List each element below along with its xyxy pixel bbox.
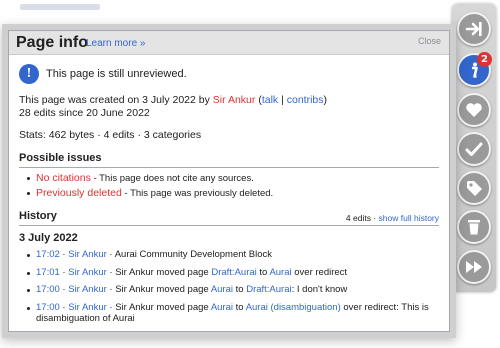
close-button[interactable]: Close [418,36,441,46]
entry-separator: · [59,301,69,313]
revision-time-link[interactable]: 17:02 [36,249,60,260]
fast-forward-icon [466,261,482,273]
exclamation-icon: ! [19,64,39,84]
curation-toolbar: 2 [452,4,496,292]
entry-summary: to [256,266,270,278]
history-edit-count: 4 edits [345,213,371,223]
page-link[interactable]: Draft:Aurai [211,267,256,278]
revision-time-link[interactable]: 17:01 [36,267,60,278]
dialog-header: Page info Learn more » Close [9,31,449,55]
trash-icon [468,220,480,235]
page-info-dialog: Page info Learn more » Close ! This page… [8,30,450,332]
entry-summary: over redirect [291,266,348,278]
possible-issues-heading: Possible issues [19,152,439,168]
page-link[interactable]: Aurai [211,284,233,295]
edit-count-text: 28 edits since 20 June 2022 [19,107,150,119]
heart-icon [466,103,482,117]
checkmark-icon [465,142,483,156]
learn-more-link[interactable]: Learn more » [86,38,145,49]
history-heading: History 4 edits · show full history [19,210,439,226]
mark-reviewed-button[interactable] [457,132,491,166]
entry-separator: · [59,266,69,278]
dialog-body: ! This page is still unreviewed. This pa… [9,55,449,325]
list-item: No citations - This page does not cite a… [19,172,439,185]
entry-summary: · Sir Ankur moved page [106,266,212,278]
history-entry: 17:01 · Sir Ankur · Sir Ankur moved page… [19,267,439,279]
page-stats: Stats: 462 bytes · 4 edits · 3 categorie… [19,129,202,141]
page-link[interactable]: Draft:Aurai [246,284,291,295]
issue-description: - This page does not cite any sources. [90,173,254,184]
creation-info: This page was created on 3 July 2022 by … [19,94,439,120]
pipe-separator: | [278,94,287,106]
previously-deleted-link[interactable]: Previously deleted [36,187,122,199]
notification-badge: 2 [477,52,492,67]
collapse-arrow-icon [465,22,482,36]
history-entry: 17:00 · Sir Ankur · Sir Ankur moved page… [19,302,439,325]
entry-summary: · Sir Ankur moved page [106,301,211,313]
review-notice-text: This page is still unreviewed. [46,67,187,80]
possible-issues-title: Possible issues [19,152,102,164]
list-item: Previously deleted - This page was previ… [19,187,439,200]
creator-user-link[interactable]: Sir Ankur [213,94,256,106]
creation-text: This page was created on 3 July 2022 by [19,94,213,106]
entry-separator: · [59,284,69,295]
revision-user-link[interactable]: Sir Ankur [68,249,107,260]
review-notice: ! This page is still unreviewed. [19,63,439,85]
history-entry: 17:00 · Sir Ankur · Sir Ankur moved page… [19,284,439,296]
background-link [20,4,100,10]
history-list: 17:02 · Sir Ankur · Aurai Community Deve… [19,249,439,325]
add-tags-button[interactable] [457,171,491,205]
show-full-history-link[interactable]: show full history [379,213,439,223]
revision-user-link[interactable]: Sir Ankur [68,302,107,313]
page-info-button[interactable]: 2 [457,52,492,87]
creator-contribs-link[interactable]: contribs [287,94,324,106]
entry-summary: · Aurai Community Development Block [106,249,273,260]
revision-time-link[interactable]: 17:00 [36,302,60,313]
wikilove-button[interactable] [457,93,491,127]
revision-user-link[interactable]: Sir Ankur [68,267,107,278]
no-citations-link[interactable]: No citations [36,172,91,184]
creator-talk-link[interactable]: talk [262,94,278,106]
revision-time-link[interactable]: 17:00 [36,284,60,295]
revision-user-link[interactable]: Sir Ankur [68,284,107,295]
entry-separator: · [59,249,69,260]
history-summary: 4 edits · show full history [346,212,439,225]
page-link[interactable]: Aurai (disambiguation) [246,302,341,313]
delete-button[interactable] [457,210,491,244]
paren-close: ) [323,94,328,106]
entry-summary: : I don't know [291,284,348,295]
page-link[interactable]: Aurai [211,302,233,313]
history-date: 3 July 2022 [19,232,78,244]
tag-icon [467,181,482,196]
entry-summary: · Sir Ankur moved page [106,284,211,295]
dot-separator: · [370,213,379,223]
next-page-button[interactable] [457,250,491,284]
issues-list: No citations - This page does not cite a… [19,172,439,200]
entry-summary: to [233,284,247,295]
history-title: History [19,210,57,222]
dialog-title: Page info [16,34,89,51]
issue-description: - This page was previously deleted. [121,188,274,199]
collapse-button[interactable] [457,12,491,46]
history-entry: 17:02 · Sir Ankur · Aurai Community Deve… [19,249,439,261]
entry-summary: to [233,301,246,313]
page-link[interactable]: Aurai [269,267,291,278]
